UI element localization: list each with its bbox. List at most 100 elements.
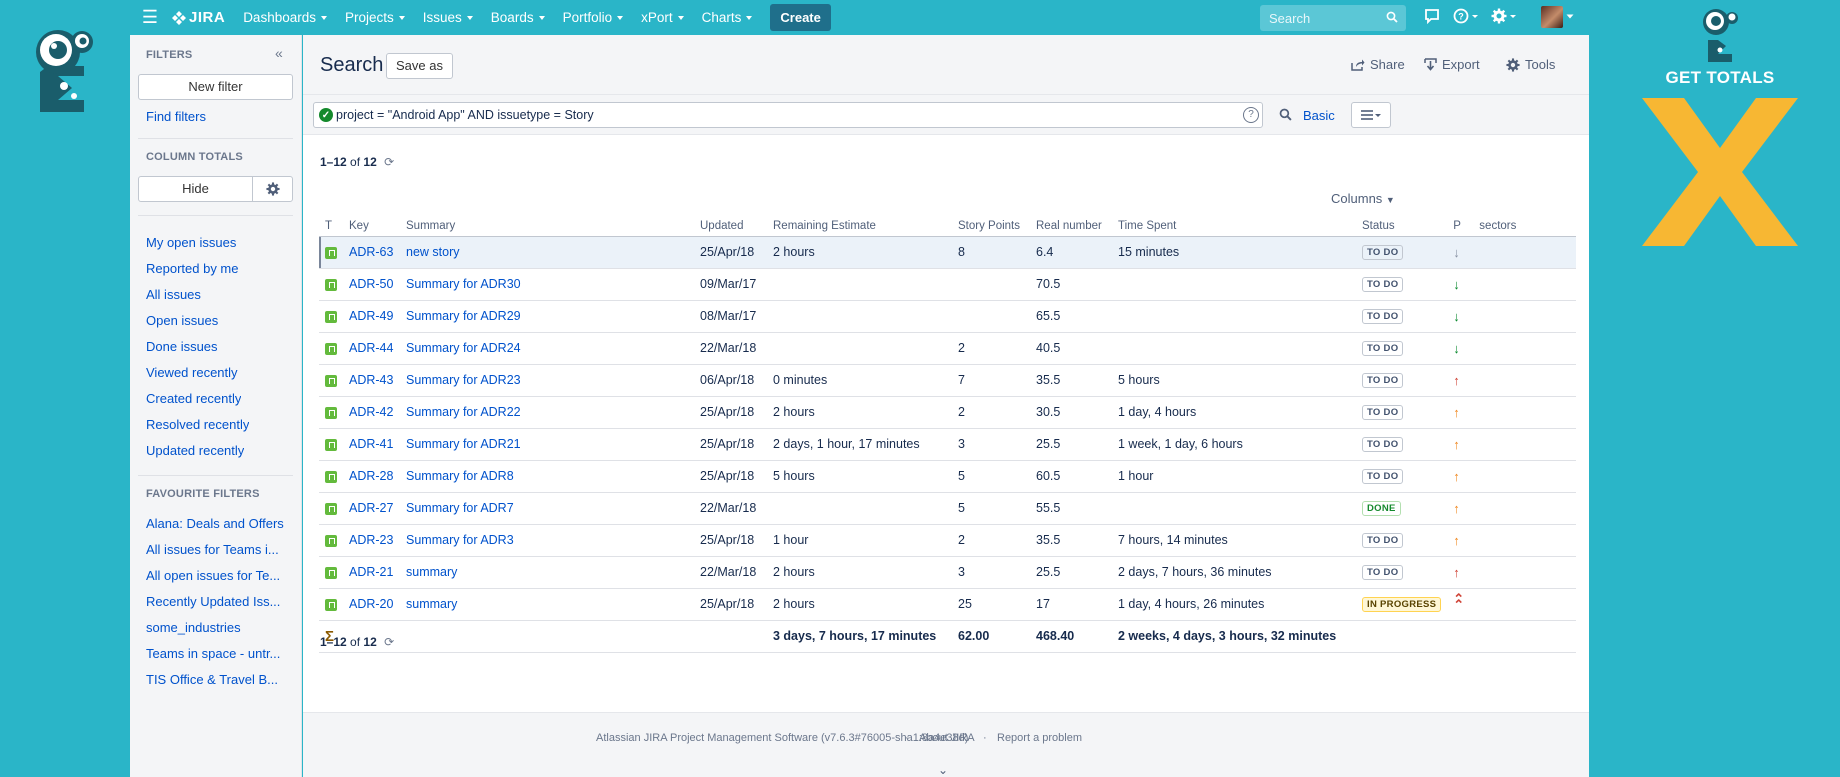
jira-logo[interactable]: JIRA xyxy=(172,9,225,26)
table-row[interactable]: ADR-20 summary 25/Apr/18 2 hours 25 17 1 day, … xyxy=(319,588,1576,621)
issue-key-link[interactable]: ADR-27 xyxy=(349,501,393,515)
nav-issues[interactable]: Issues xyxy=(423,10,473,25)
favourite-filter-link[interactable]: Teams in space - untr... xyxy=(146,646,280,661)
issue-summary-link[interactable]: Summary for ADR29 xyxy=(406,309,521,323)
table-row[interactable]: ADR-23 Summary for ADR3 25/Apr/18 1 hour 2 35… xyxy=(319,524,1576,557)
syntax-help-icon[interactable]: ? xyxy=(1243,107,1259,123)
favourite-filter-link[interactable]: TIS Office & Travel B... xyxy=(146,672,278,687)
issue-summary-link[interactable]: summary xyxy=(406,565,457,579)
issue-key-link[interactable]: ADR-63 xyxy=(349,245,393,259)
sidebar-filter-link[interactable]: All issues xyxy=(146,287,201,302)
about-jira-link[interactable]: About JIRA xyxy=(919,732,975,744)
table-row[interactable]: ADR-41 Summary for ADR21 25/Apr/18 2 days, … xyxy=(319,428,1576,461)
sidebar-filter-link[interactable]: Viewed recently xyxy=(146,365,238,380)
new-filter-button[interactable]: New filter xyxy=(138,74,293,100)
share-button[interactable]: Share xyxy=(1351,57,1405,72)
table-row[interactable]: ADR-42 Summary for ADR22 25/Apr/18 2 hours 2… xyxy=(319,396,1576,429)
col-status-header[interactable]: Status xyxy=(1356,216,1448,237)
table-row[interactable]: ADR-43 Summary for ADR23 06/Apr/18 0 minute… xyxy=(319,364,1576,397)
col-sectors-header[interactable]: sectors xyxy=(1473,216,1576,237)
nav-charts[interactable]: Charts xyxy=(702,10,753,25)
basic-search-link[interactable]: Basic xyxy=(1303,108,1335,123)
col-summary-header[interactable]: Summary xyxy=(400,216,694,237)
save-as-button[interactable]: Save as xyxy=(386,53,453,79)
issue-key-link[interactable]: ADR-42 xyxy=(349,405,393,419)
col-type-header[interactable]: T xyxy=(319,216,343,237)
collapse-sidebar-icon[interactable]: « xyxy=(275,45,283,61)
table-row[interactable]: ADR-28 Summary for ADR8 25/Apr/18 5 hours 5 6… xyxy=(319,460,1576,493)
favourite-filter-link[interactable]: Recently Updated Iss... xyxy=(146,594,280,609)
sidebar-filter-link[interactable]: Updated recently xyxy=(146,443,244,458)
nav-projects[interactable]: Projects xyxy=(345,10,405,25)
issue-summary-link[interactable]: summary xyxy=(406,597,457,611)
layout-switcher-button[interactable] xyxy=(1351,102,1391,128)
feedback-icon[interactable] xyxy=(1424,8,1440,24)
create-button[interactable]: Create xyxy=(770,4,831,31)
tools-button[interactable]: Tools xyxy=(1506,57,1555,72)
issue-summary-link[interactable]: Summary for ADR7 xyxy=(406,501,514,515)
favourite-filter-link[interactable]: some_industries xyxy=(146,620,241,635)
sidebar-filter-link[interactable]: Resolved recently xyxy=(146,417,249,432)
table-row[interactable]: ADR-50 Summary for ADR30 09/Mar/17 70.5 TO D… xyxy=(319,268,1576,301)
issue-summary-link[interactable]: Summary for ADR8 xyxy=(406,469,514,483)
sidebar-filter-link[interactable]: Done issues xyxy=(146,339,218,354)
issue-key-link[interactable]: ADR-44 xyxy=(349,341,393,355)
issue-key-link[interactable]: ADR-49 xyxy=(349,309,393,323)
favourite-filter-link[interactable]: Alana: Deals and Offers xyxy=(146,516,284,531)
quick-search-input[interactable]: Search xyxy=(1260,5,1406,31)
columns-button[interactable]: Columns ▼ xyxy=(1331,191,1395,206)
help-icon[interactable]: ? xyxy=(1453,8,1479,24)
sidebar-filter-link[interactable]: Created recently xyxy=(146,391,241,406)
issue-key-link[interactable]: ADR-28 xyxy=(349,469,393,483)
gear-icon[interactable] xyxy=(1491,8,1517,24)
menu-icon[interactable]: ☰ xyxy=(134,0,166,35)
issue-summary-link[interactable]: Summary for ADR24 xyxy=(406,341,521,355)
col-real-header[interactable]: Real number xyxy=(1030,216,1112,237)
column-totals-settings-button[interactable] xyxy=(252,176,293,202)
nav-xport[interactable]: xPort xyxy=(641,10,684,25)
table-row[interactable]: ADR-49 Summary for ADR29 08/Mar/17 65.5 TO D… xyxy=(319,300,1576,333)
search-icon[interactable] xyxy=(1279,108,1292,121)
issue-summary-link[interactable]: Summary for ADR21 xyxy=(406,437,521,451)
export-button[interactable]: Export xyxy=(1424,57,1480,72)
issue-summary-link[interactable]: Summary for ADR30 xyxy=(406,277,521,291)
issue-key-link[interactable]: ADR-20 xyxy=(349,597,393,611)
report-problem-link[interactable]: Report a problem xyxy=(997,732,1082,744)
issue-key-link[interactable]: ADR-43 xyxy=(349,373,393,387)
promo-title: GET TOTALS xyxy=(1665,68,1775,87)
find-filters-link[interactable]: Find filters xyxy=(146,109,206,124)
issue-summary-link[interactable]: Summary for ADR22 xyxy=(406,405,521,419)
user-avatar[interactable] xyxy=(1541,6,1563,28)
refresh-icon[interactable]: ⟳ xyxy=(384,155,394,169)
col-spent-header[interactable]: Time Spent xyxy=(1112,216,1356,237)
table-row[interactable]: ADR-44 Summary for ADR24 22/Mar/18 2 40.5 TO … xyxy=(319,332,1576,365)
table-row[interactable]: ADR-21 summary 22/Mar/18 2 hours 3 25.5 2 days… xyxy=(319,556,1576,589)
refresh-icon[interactable]: ⟳ xyxy=(384,635,394,649)
table-row[interactable]: ADR-27 Summary for ADR7 22/Mar/18 5 55.5 DONE… xyxy=(319,492,1576,525)
col-key-header[interactable]: Key xyxy=(343,216,400,237)
issue-key-link[interactable]: ADR-50 xyxy=(349,277,393,291)
favourite-filter-link[interactable]: All issues for Teams i... xyxy=(146,542,279,557)
issue-key-link[interactable]: ADR-41 xyxy=(349,437,393,451)
favourite-filter-link[interactable]: All open issues for Te... xyxy=(146,568,280,583)
col-remaining-header[interactable]: Remaining Estimate xyxy=(767,216,952,237)
issue-summary-link[interactable]: Summary for ADR3 xyxy=(406,533,514,547)
col-points-header[interactable]: Story Points xyxy=(952,216,1030,237)
col-priority-header[interactable]: P xyxy=(1447,216,1474,237)
sidebar-filter-link[interactable]: Reported by me xyxy=(146,261,239,276)
nav-boards[interactable]: Boards xyxy=(491,10,545,25)
caret-down-icon[interactable] xyxy=(1566,14,1574,20)
issue-key-link[interactable]: ADR-21 xyxy=(349,565,393,579)
sidebar-filter-link[interactable]: Open issues xyxy=(146,313,218,328)
nav-dashboards[interactable]: Dashboards xyxy=(243,10,327,25)
issue-summary-link[interactable]: new story xyxy=(406,245,460,259)
sidebar-filter-link[interactable]: My open issues xyxy=(146,235,236,250)
col-updated-header[interactable]: Updated xyxy=(694,216,767,237)
issue-key-link[interactable]: ADR-23 xyxy=(349,533,393,547)
issue-summary-link[interactable]: Summary for ADR23 xyxy=(406,373,521,387)
chevron-down-icon[interactable]: ⌄ xyxy=(938,763,948,777)
nav-portfolio[interactable]: Portfolio xyxy=(563,10,624,25)
table-row[interactable]: ADR-63 new story 25/Apr/18 2 hours 8 6.4 15 mi… xyxy=(319,236,1576,269)
jql-query-input[interactable]: ✓ project = "Android App" AND issuetype … xyxy=(313,102,1263,128)
hide-totals-button[interactable]: Hide xyxy=(138,176,253,202)
